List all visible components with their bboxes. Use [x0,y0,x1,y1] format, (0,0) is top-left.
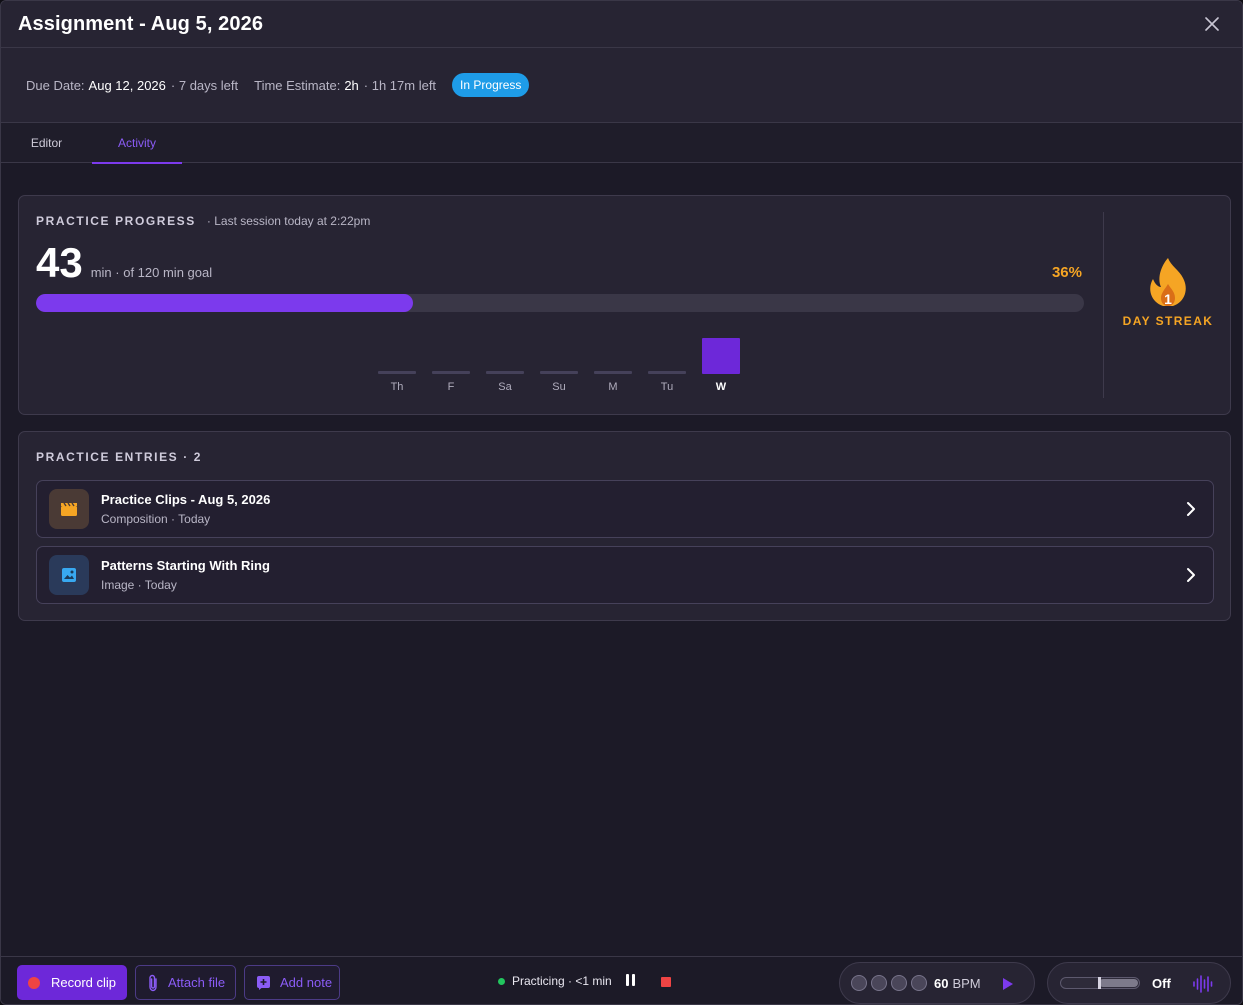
close-icon [1205,17,1219,31]
practice-progress-title: PRACTICE PROGRESS [36,214,196,228]
entry-subtitle: Image · Today [101,578,177,592]
due-date: Due Date: Aug 12, 2026 · 7 days left [26,78,238,93]
last-session-text: · Last session today at 2:22pm [206,214,371,228]
bpm-unit: BPM [952,975,981,991]
chevron-right-icon [1187,502,1195,516]
paperclip-icon [149,974,157,991]
week-day-f: F [432,371,470,393]
pause-icon [626,974,629,986]
practice-entries-card: PRACTICE ENTRIES · 2 Practice Clips - Au… [18,431,1231,621]
day-label: Th [390,381,404,393]
day-bar [540,371,578,374]
time-estimate-remaining: · 1h 17m left [363,77,437,93]
practicing-text: Practicing · <1 min [512,974,612,988]
entry-title: Practice Clips - Aug 5, 2026 [101,492,271,507]
tab-bar: Editor Activity [1,123,1242,164]
practice-entries-title: PRACTICE ENTRIES · 2 [36,450,203,464]
assignment-meta: Due Date: Aug 12, 2026 · 7 days left Tim… [1,48,1242,123]
beat-indicator[interactable] [871,975,887,991]
title-bar: Assignment - Aug 5, 2026 [1,1,1242,48]
record-icon [28,976,40,989]
waveform-icon[interactable] [1192,975,1214,993]
entry-title: Patterns Starting With Ring [101,558,270,573]
due-date-remaining: · 7 days left [170,77,239,93]
image-icon [49,555,89,595]
stop-button[interactable] [661,977,671,987]
close-button[interactable] [1200,12,1224,36]
record-clip-button[interactable]: Record clip [17,965,127,1000]
day-label: M [608,381,618,393]
minutes-practiced: 43 [36,239,83,286]
day-bar [594,371,632,374]
due-date-value: Aug 12, 2026 [88,77,166,93]
attach-file-label: Attach file [168,975,226,990]
week-day-m: M [594,371,632,393]
practicing-status: Practicing · <1 min [498,974,612,988]
attach-file-button[interactable]: Attach file [135,965,236,1000]
metronome: 60 BPM [839,962,1035,1004]
day-label: F [447,381,455,393]
week-day-su: Su [540,371,578,393]
drone-state: Off [1152,975,1171,991]
pause-button[interactable] [626,974,638,988]
day-bar [486,371,524,374]
day-label: Tu [660,381,674,393]
slider-handle[interactable] [1098,977,1101,989]
day-label: Su [552,381,566,393]
streak-count: 1 [1164,291,1172,307]
play-icon[interactable] [1002,977,1014,991]
day-label: Sa [498,381,512,393]
record-clip-label: Record clip [51,975,117,990]
beat-indicator[interactable] [911,975,927,991]
drone-control: Off [1047,962,1231,1004]
minutes-summary: 43 min · of 120 min goal [36,241,212,285]
week-day-w: W [702,338,740,393]
add-note-label: Add note [280,975,333,990]
add-note-button[interactable]: Add note [244,965,340,1000]
practice-entry[interactable]: Practice Clips - Aug 5, 2026 Composition… [36,480,1214,538]
progress-bar-fill [36,294,414,312]
time-estimate-value: 2h [344,77,359,93]
entry-subtitle: Composition · Today [101,512,211,526]
flame-icon: 1 [1150,258,1186,307]
day-bar [432,371,470,374]
time-estimate-label: Time Estimate: [254,77,341,93]
week-day-tu: Tu [648,371,686,393]
day-streak-label: DAY STREAK [1122,314,1214,328]
day-bar [702,338,740,374]
tab-editor[interactable]: Editor [1,123,92,163]
tab-activity[interactable]: Activity [92,123,182,164]
practice-entry[interactable]: Patterns Starting With Ring Image · Toda… [36,546,1214,604]
chevron-right-icon [1187,568,1195,582]
drone-volume-slider[interactable] [1060,977,1140,989]
day-label: W [715,381,727,393]
beat-indicator[interactable] [891,975,907,991]
day-bar [378,371,416,374]
active-indicator-icon [498,977,505,985]
time-estimate: Time Estimate: 2h · 1h 17m left [254,78,436,93]
practice-progress-card: PRACTICE PROGRESS · Last session today a… [18,195,1231,415]
clapperboard-icon [49,489,89,529]
practice-toolbar: Record clip Attach file Add note Practic… [1,956,1242,1004]
week-day-th: Th [378,371,416,393]
window-title: Assignment - Aug 5, 2026 [18,12,264,35]
progress-percent: 36% [1051,264,1082,281]
progress-bar [36,294,1084,312]
bpm-value[interactable]: 60 [934,976,948,991]
week-day-sa: Sa [486,371,524,393]
status-badge[interactable]: In Progress [452,73,530,97]
minutes-goal-text: min · of 120 min goal [90,265,213,280]
due-date-label: Due Date: [26,77,85,93]
assignment-window: Assignment - Aug 5, 2026 Due Date: Aug 1… [0,0,1243,1005]
practice-progress-header: PRACTICE PROGRESS · Last session today a… [36,214,370,228]
weekly-activity: Th F Sa Su M Tu W [378,338,740,393]
day-streak: 1 DAY STREAK [1104,256,1232,328]
note-plus-icon [257,976,270,990]
day-bar [648,371,686,374]
beat-indicator[interactable] [851,975,867,991]
